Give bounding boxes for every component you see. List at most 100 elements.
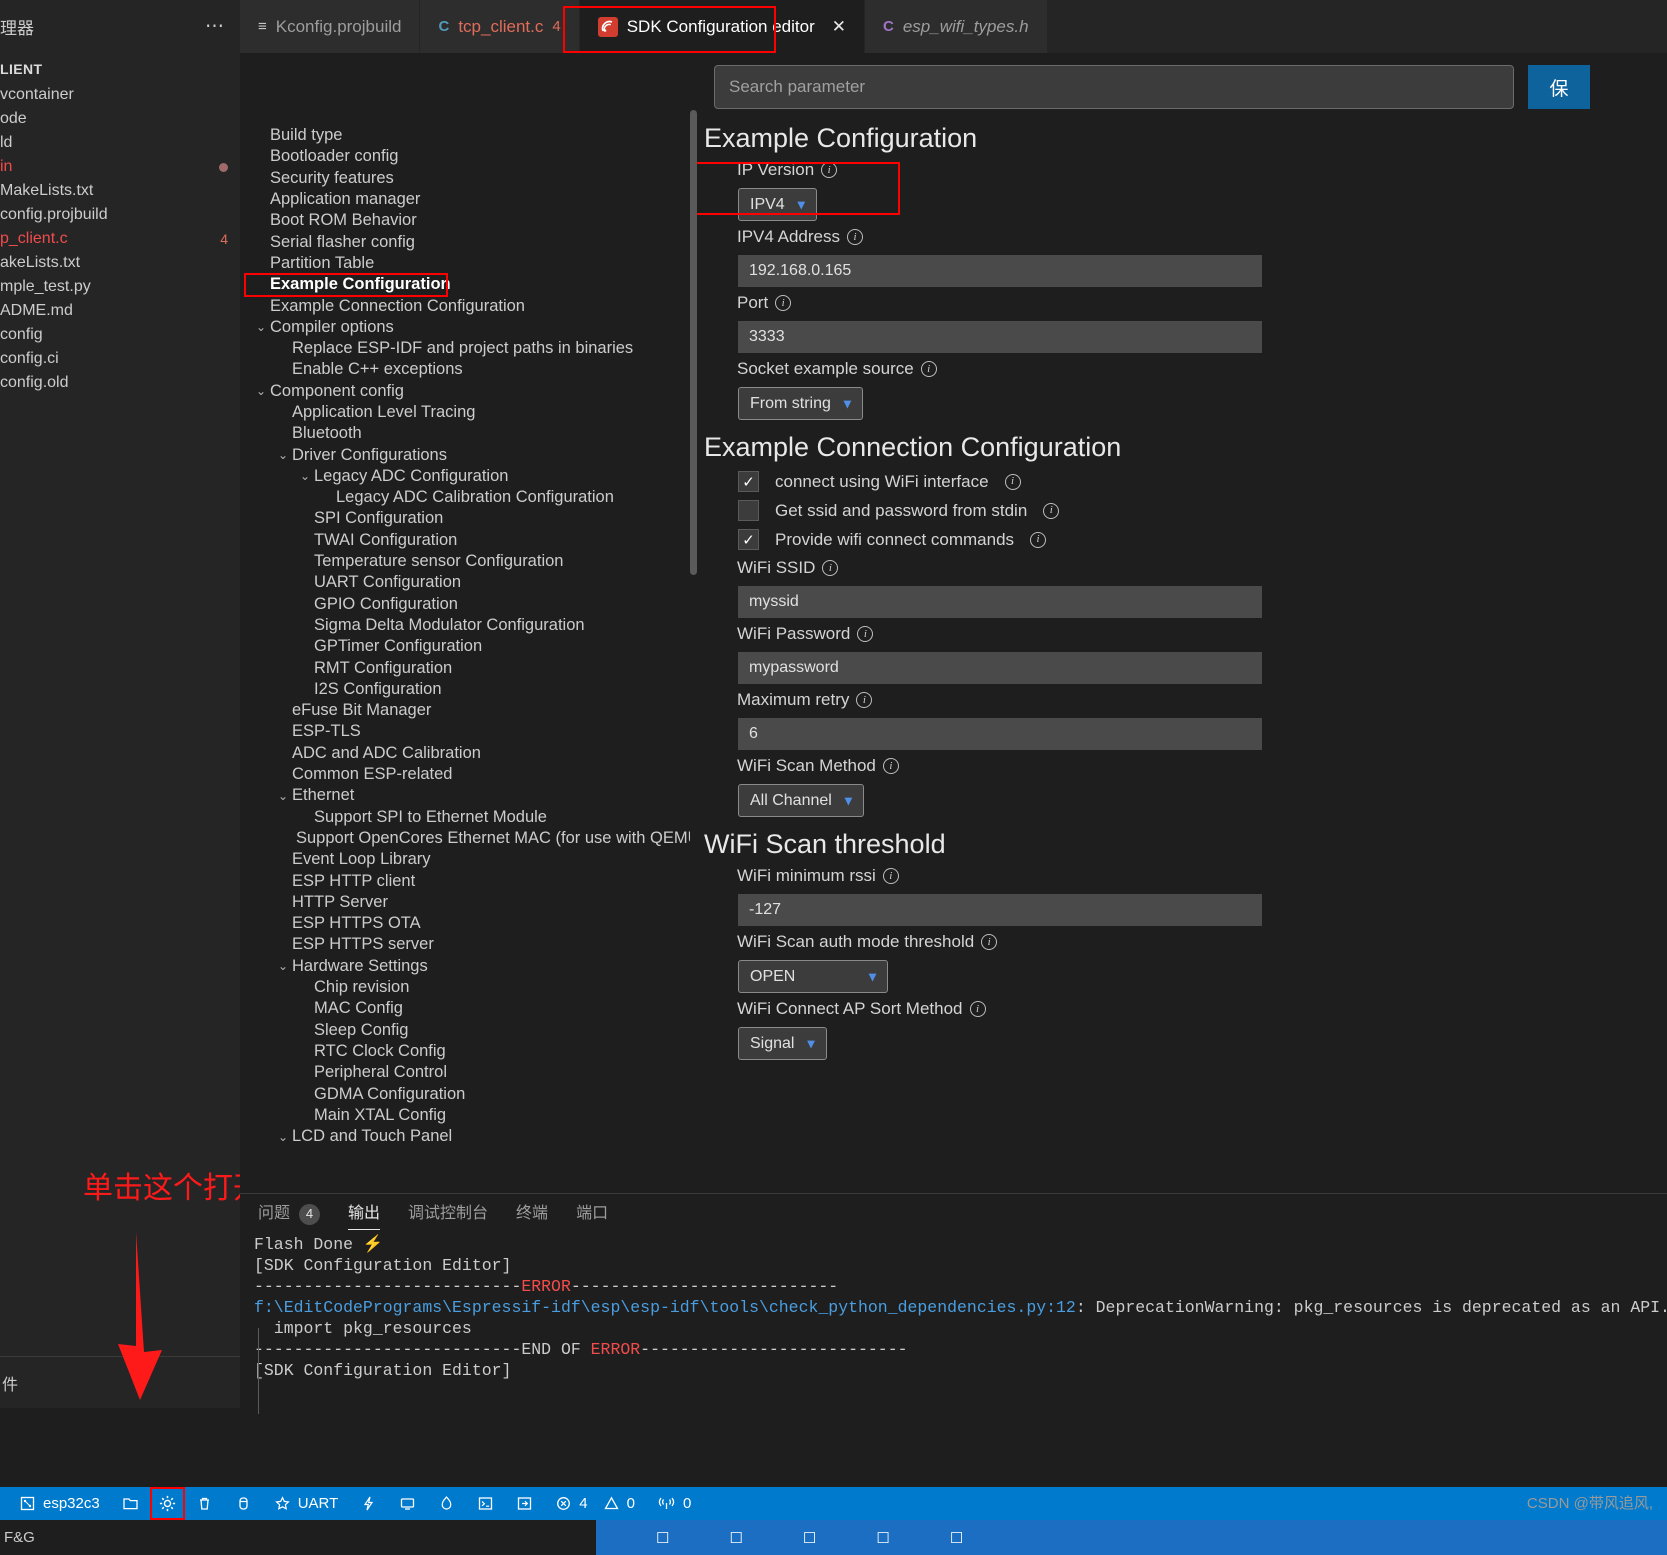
list-item[interactable]: ADME.md xyxy=(0,299,240,323)
config-tree-item[interactable]: ESP HTTP client xyxy=(240,870,690,891)
config-tree-item[interactable]: ESP-TLS xyxy=(240,721,690,742)
chevron-down-icon[interactable]: ⌄ xyxy=(274,1130,292,1144)
config-tree-item[interactable]: Main XTAL Config xyxy=(240,1105,690,1126)
taskbar-icon-4[interactable]: ☐ xyxy=(876,1529,889,1547)
config-tree-item[interactable]: RTC Clock Config xyxy=(240,1041,690,1062)
info-icon[interactable]: i xyxy=(969,1001,986,1017)
config-tree-item[interactable]: GDMA Configuration xyxy=(240,1083,690,1104)
info-icon[interactable]: i xyxy=(847,229,864,245)
config-tree-item[interactable]: ADC and ADC Calibration xyxy=(240,743,690,764)
info-icon[interactable]: i xyxy=(920,361,937,377)
wifi-minimum-rssi-input[interactable] xyxy=(738,894,1262,926)
config-tree-item[interactable]: Application manager xyxy=(240,189,690,210)
tab-kconfig-projbuild[interactable]: ≡ Kconfig.projbuild xyxy=(240,0,421,53)
config-tree-item[interactable]: Build type xyxy=(240,125,690,146)
config-tree-item[interactable]: Event Loop Library xyxy=(240,849,690,870)
ipv4-address-input[interactable] xyxy=(738,255,1262,287)
info-icon[interactable]: i xyxy=(822,560,839,576)
config-tree-item[interactable]: Sigma Delta Modulator Configuration xyxy=(240,615,690,636)
tab-tcp-client-c[interactable]: C tcp_client.c 4 xyxy=(420,0,580,53)
info-icon[interactable]: i xyxy=(1004,473,1021,490)
list-item[interactable]: mple_test.py xyxy=(0,275,240,299)
config-tree-item[interactable]: Partition Table xyxy=(240,253,690,274)
config-tree-item[interactable]: HTTP Server xyxy=(240,892,690,913)
info-icon[interactable]: i xyxy=(856,692,873,708)
config-tree-item[interactable]: UART Configuration xyxy=(240,572,690,593)
checkbox-icon[interactable] xyxy=(738,471,759,492)
config-tree-item[interactable]: ⌄ Hardware Settings xyxy=(240,956,690,977)
config-tree-item[interactable]: Application Level Tracing xyxy=(240,402,690,423)
maximum-retry-input[interactable] xyxy=(738,718,1262,750)
info-icon[interactable]: i xyxy=(882,868,899,884)
wifi-connect-ap-sort-method-dropdown[interactable]: Signal ▾ xyxy=(738,1027,827,1060)
config-tree-item[interactable]: Replace ESP-IDF and project paths in bin… xyxy=(240,338,690,359)
form-scrollbar[interactable] xyxy=(690,110,697,575)
config-tree-item[interactable]: Serial flasher config xyxy=(240,231,690,252)
close-icon[interactable]: ✕ xyxy=(832,17,846,37)
list-item[interactable]: config.old xyxy=(0,371,240,395)
checkbox-row-get-ssid-and-password-from-stdin[interactable]: Get ssid and password from stdin i xyxy=(738,500,1667,521)
config-tree-item[interactable]: I2S Configuration xyxy=(240,679,690,700)
config-tree-item[interactable]: Common ESP-related xyxy=(240,764,690,785)
list-item[interactable]: config xyxy=(0,323,240,347)
panel-tab-terminal[interactable]: 终端 xyxy=(516,1194,548,1234)
config-tree-item[interactable]: eFuse Bit Manager xyxy=(240,700,690,721)
info-icon[interactable]: i xyxy=(1030,531,1047,548)
chevron-down-icon[interactable]: ⌄ xyxy=(274,448,292,462)
status-item-build-flash-monitor[interactable] xyxy=(427,1487,466,1520)
info-icon[interactable]: i xyxy=(857,626,874,642)
chevron-down-icon[interactable]: ⌄ xyxy=(296,469,314,483)
list-item[interactable]: p_client.c 4 xyxy=(0,227,240,251)
status-item-radio[interactable]: 0 xyxy=(646,1487,702,1520)
list-item[interactable]: config.ci xyxy=(0,347,240,371)
list-item[interactable]: ode xyxy=(0,107,240,131)
status-item-monitor[interactable] xyxy=(388,1487,427,1520)
status-item-build[interactable] xyxy=(224,1487,263,1520)
taskbar-icon-1[interactable]: ☐ xyxy=(656,1529,669,1547)
config-tree-item[interactable]: Security features xyxy=(240,168,690,189)
panel-tab-problems[interactable]: 问题 4 xyxy=(258,1194,321,1234)
info-icon[interactable]: i xyxy=(1043,502,1060,519)
config-tree-item[interactable]: GPTimer Configuration xyxy=(240,636,690,657)
config-tree-item[interactable]: Chip revision xyxy=(240,977,690,998)
chevron-down-icon[interactable]: ⌄ xyxy=(274,789,292,803)
config-tree-item[interactable]: Boot ROM Behavior xyxy=(240,210,690,231)
checkbox-icon[interactable] xyxy=(738,529,759,550)
output-console[interactable]: Flash Done ⚡ [SDK Configuration Editor] --… xyxy=(240,1234,1667,1381)
status-item-folder[interactable] xyxy=(111,1487,150,1520)
config-tree-item[interactable]: MAC Config xyxy=(240,998,690,1019)
config-tree-item[interactable]: SPI Configuration xyxy=(240,508,690,529)
checkbox-row-connect-using-wifi-interface[interactable]: connect using WiFi interface i xyxy=(738,471,1667,492)
list-item[interactable]: akeLists.txt xyxy=(0,251,240,275)
wifi-password-input[interactable] xyxy=(738,652,1262,684)
info-icon[interactable]: i xyxy=(981,934,998,950)
list-item[interactable]: MakeLists.txt xyxy=(0,179,240,203)
status-item-errors[interactable]: 4 0 xyxy=(544,1487,646,1520)
config-tree-item[interactable]: Temperature sensor Configuration xyxy=(240,551,690,572)
wifi-scan-auth-mode-threshold-dropdown[interactable]: OPEN ▾ xyxy=(738,960,888,993)
config-tree-item[interactable]: ⌄ Legacy ADC Configuration xyxy=(240,466,690,487)
info-icon[interactable]: i xyxy=(821,162,838,178)
config-tree-item[interactable]: ESP HTTPS server xyxy=(240,934,690,955)
config-tree-item[interactable]: ⌄ LCD and Touch Panel xyxy=(240,1126,690,1147)
config-tree-item[interactable]: ⌄ Driver Configurations xyxy=(240,444,690,465)
config-tree-item[interactable]: Bluetooth xyxy=(240,423,690,444)
ellipsis-icon[interactable]: ⋯ xyxy=(205,15,226,38)
socket-example-source-dropdown[interactable]: From string ▾ xyxy=(738,387,863,420)
panel-tab-debug-console[interactable]: 调试控制台 xyxy=(408,1194,488,1234)
config-tree-item[interactable]: Enable C++ exceptions xyxy=(240,359,690,380)
panel-tab-ports[interactable]: 端口 xyxy=(576,1194,608,1234)
list-item[interactable]: config.projbuild xyxy=(0,203,240,227)
chevron-down-icon[interactable]: ⌄ xyxy=(252,384,270,398)
tab-esp-wifi-types-h[interactable]: C esp_wifi_types.h xyxy=(865,0,1048,53)
taskbar-icon-2[interactable]: ☐ xyxy=(729,1529,742,1547)
status-item-target-chip[interactable]: esp32c3 xyxy=(8,1487,111,1520)
status-item-sdk-configuration-gear[interactable] xyxy=(149,1487,185,1520)
wifi-scan-method-dropdown[interactable]: All Channel ▾ xyxy=(738,784,864,817)
config-tree-item[interactable]: ⌄ Component config xyxy=(240,381,690,402)
config-tree-item[interactable]: ESP HTTPS OTA xyxy=(240,913,690,934)
config-tree-item[interactable]: ⌄ Compiler options xyxy=(240,317,690,338)
chevron-down-icon[interactable]: ⌄ xyxy=(274,959,292,973)
chevron-down-icon[interactable]: ⌄ xyxy=(252,320,270,334)
list-item[interactable]: in xyxy=(0,155,240,179)
